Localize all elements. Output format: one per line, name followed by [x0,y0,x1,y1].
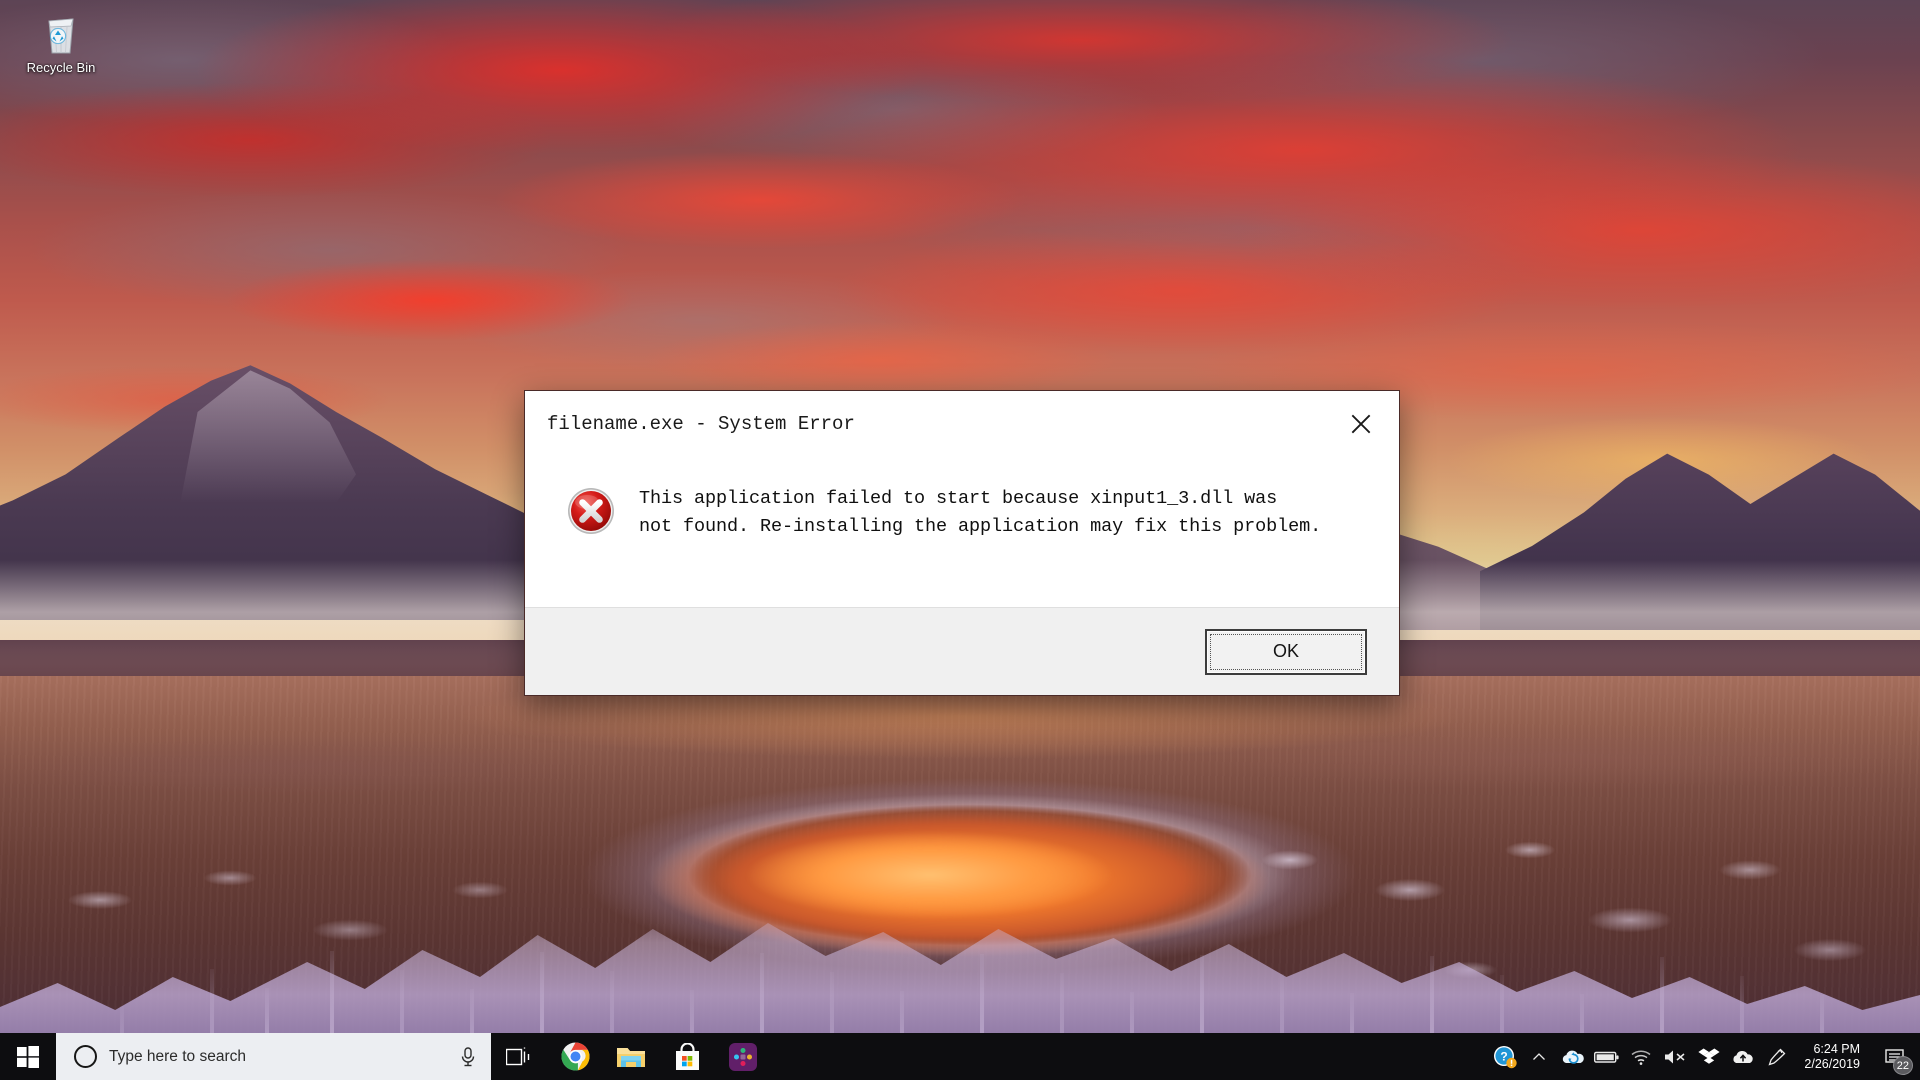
dialog-title: filename.exe - System Error [547,413,855,435]
tray-item-network[interactable] [1624,1033,1658,1080]
wallpaper-ice-spike [1060,973,1064,1040]
wallpaper-ice-spike [1280,974,1284,1040]
wallpaper-ice-spike [760,953,764,1040]
start-button[interactable] [0,1033,56,1080]
wallpaper-ice-spike [210,969,214,1040]
notification-badge: 22 [1892,1056,1913,1075]
taskbar-item-task-view[interactable] [491,1033,547,1080]
search-box[interactable]: Type here to search [56,1033,491,1080]
desktop-screen: Recycle Bin filename.exe - System Error [0,0,1920,1080]
taskbar-item-slack[interactable] [715,1033,771,1080]
close-icon [1351,414,1371,434]
tray-item-battery[interactable] [1590,1033,1624,1080]
battery-icon [1594,1051,1619,1063]
taskbar-item-file-explorer[interactable] [603,1033,659,1080]
tray-item-onedrive[interactable] [1556,1033,1590,1080]
wallpaper-ice-spike [610,971,614,1040]
wallpaper-ice-spike [1430,956,1434,1040]
tray-item-volume[interactable] [1658,1033,1692,1080]
file-explorer-icon [617,1047,645,1067]
taskbar: Type here to search ? 6:24 PM 2/26/2019 … [0,1033,1920,1080]
cortana-circle-icon [74,1045,97,1068]
taskbar-item-chrome[interactable] [547,1033,603,1080]
microphone-icon[interactable] [459,1046,477,1068]
onedrive-sync-icon [1563,1050,1585,1064]
dialog-message: This application failed to start because… [639,488,1322,538]
ok-button-label: OK [1272,641,1299,661]
task-view-icon [506,1047,530,1065]
error-circle-icon [567,487,615,535]
microsoft-store-icon [675,1042,699,1070]
notification-center-button[interactable]: 22 [1874,1033,1916,1080]
wallpaper-ice-spike [1660,957,1664,1040]
wallpaper-ice-spike [1200,955,1204,1040]
speaker-muted-icon [1665,1050,1685,1063]
wallpaper-ice-spike [330,951,334,1040]
tray-item-cloud-upload[interactable] [1726,1033,1760,1080]
windows-start-icon [17,1045,39,1068]
slack-icon [729,1042,757,1071]
clock-date: 2/26/2019 [1804,1056,1860,1071]
tray-item-dropbox[interactable] [1692,1033,1726,1080]
pen-flick-icon [1768,1048,1786,1066]
wifi-icon [1631,1050,1651,1065]
wallpaper-pool-highlight [700,820,1160,930]
help-question-warning-icon: ? [1494,1045,1518,1068]
clock-time: 6:24 PM [1813,1041,1860,1056]
wallpaper-ice-spike [980,954,984,1040]
wallpaper-ice-spike [830,972,834,1040]
recycle-bin-icon [38,10,84,56]
dropbox-icon [1698,1048,1720,1064]
recycle-bin-label: Recycle Bin [26,60,96,75]
system-error-dialog: filename.exe - System Error This applica… [524,390,1400,696]
taskbar-clock[interactable]: 6:24 PM 2/26/2019 [1794,1033,1874,1080]
taskbar-item-microsoft-store[interactable] [659,1033,715,1080]
desktop-icon-recycle-bin[interactable]: Recycle Bin [14,10,108,75]
wallpaper-ice-spike [1500,975,1504,1040]
ok-button[interactable]: OK [1205,628,1367,675]
close-button[interactable] [1333,401,1389,447]
chrome-icon [560,1042,589,1071]
search-input[interactable]: Type here to search [109,1048,447,1066]
wallpaper-ice-spike [1740,976,1744,1040]
wallpaper-ice-spike [400,970,404,1040]
system-tray: ? 6:24 PM 2/26/2019 22 [1488,1033,1920,1080]
chevron-up-icon [1533,1052,1546,1060]
cloud-upload-icon [1733,1050,1754,1063]
dialog-body: This application failed to start because… [525,457,1399,607]
tray-item-show-hidden[interactable] [1522,1033,1556,1080]
tray-item-help-warning[interactable]: ? [1488,1033,1522,1080]
wallpaper-ice-spike [540,952,544,1040]
tray-item-pen-flick[interactable] [1760,1033,1794,1080]
dialog-titlebar[interactable]: filename.exe - System Error [525,391,1399,457]
dialog-footer: OK [525,607,1399,695]
